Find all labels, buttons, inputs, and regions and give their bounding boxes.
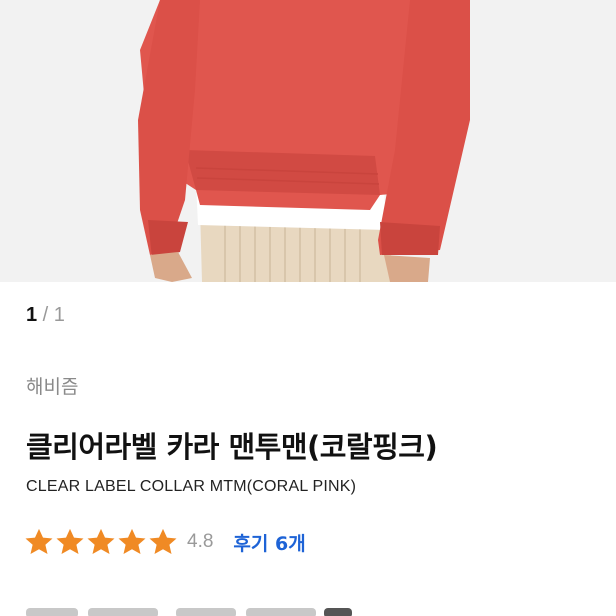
star-icon <box>149 528 177 554</box>
price-row-cutoff <box>26 598 366 616</box>
pager-current: 1 <box>26 304 38 326</box>
star-icon <box>87 528 115 554</box>
product-photo <box>0 0 616 282</box>
star-icon <box>25 528 53 554</box>
gallery-pager: 1 / 1 <box>26 304 65 327</box>
star-rating <box>24 527 179 557</box>
brand-name[interactable]: 해비즘 <box>26 372 78 399</box>
product-subtitle: CLEAR LABEL COLLAR MTM(CORAL PINK) <box>26 478 357 495</box>
star-icon <box>118 528 146 554</box>
pager-separator: / <box>37 304 54 326</box>
product-image[interactable] <box>0 0 616 282</box>
pager-total: 1 <box>53 304 65 326</box>
product-title: 클리어라벨 카라 맨투맨(코랄핑크) <box>26 430 438 464</box>
review-count-link[interactable]: 후기 6개 <box>233 529 305 556</box>
rating-row: 4.8 후기 6개 <box>24 527 306 557</box>
star-icon <box>56 528 84 554</box>
rating-score: 4.8 <box>187 531 214 552</box>
